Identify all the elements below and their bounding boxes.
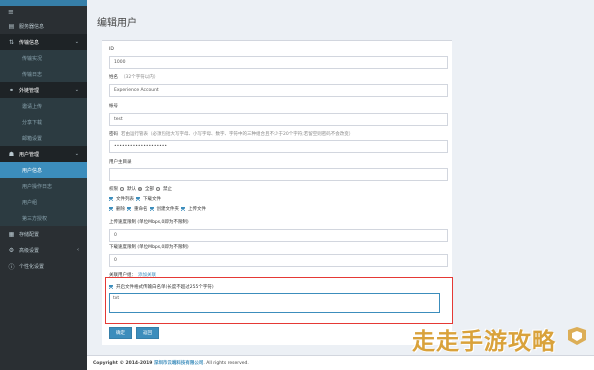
permission-label: 权限 [109, 187, 118, 192]
file-list-checkbox[interactable] [109, 197, 113, 201]
upload-label: 上传文件 [188, 207, 206, 212]
back-button[interactable]: 返回 [136, 327, 159, 339]
sidebar-item-4[interactable]: ⚭ 外链管理 ⌄ [0, 82, 87, 98]
download-checkbox[interactable] [136, 197, 140, 201]
perm-all-radio[interactable] [138, 187, 142, 191]
sidebar-item-label: 分享下载 [22, 119, 43, 126]
sidebar-item-10[interactable]: 用户操作日志 [0, 178, 87, 194]
page-title: 编辑用户 [97, 18, 137, 29]
footer-copyright: Copyright © 2014-2019 [93, 361, 153, 366]
home-dir-label: 用户主目录 [109, 160, 132, 165]
footer-company-link[interactable]: 深圳市云端科技有限公司 [154, 361, 204, 366]
upload-checkbox[interactable] [181, 207, 185, 211]
account-field[interactable]: test [109, 113, 448, 126]
main-content: 编辑用户 ID 1000 姓名 （32个字符以内） Experience Acco… [87, 0, 594, 370]
chevron-down-icon: ⌄ [74, 87, 79, 93]
sidebar-item-7[interactable]: 邮箱设置 [0, 130, 87, 146]
sidebar-item-label: 个性化设置 [19, 263, 45, 270]
id-label: ID [109, 47, 114, 52]
sidebar-item-11[interactable]: 用户组 [0, 194, 87, 210]
sidebar-item-label: 服务器信息 [19, 23, 45, 30]
footer: Copyright © 2014-2019 深圳市云端科技有限公司. All r… [87, 355, 594, 370]
permission-row: 权限 默认 全部 禁止 [109, 186, 172, 192]
sidebar-item-label: 高级设置 [19, 247, 40, 254]
delete-checkbox[interactable] [109, 207, 113, 211]
name-label: 姓名 （32个字符以内） [109, 74, 158, 80]
sidebar-item-0[interactable]: ▤ 服务器信息 [0, 18, 87, 34]
sidebar-item-14[interactable]: ⚙ 高级设置 ‹ [0, 242, 87, 258]
delete-label: 删除 [116, 207, 125, 212]
sidebar-item-label: 传输信息 [19, 39, 40, 46]
permission-checks-1: 文件列表 下载文件 [109, 196, 161, 202]
sidebar-item-5[interactable]: 邀请上传 [0, 98, 87, 114]
sidebar-item-6[interactable]: 分享下载 [0, 114, 87, 130]
sidebar-item-8[interactable]: ☗ 用户管理 ⌄ [0, 146, 87, 162]
sidebar-item-label: 传输日志 [22, 71, 43, 78]
users-icon: ☗ [8, 150, 15, 158]
sidebar-item-label: 传输实况 [22, 55, 43, 62]
sidebar-item-13[interactable]: ▦ 存储配置 [0, 226, 87, 242]
download-limit-field[interactable]: 0 [109, 254, 448, 267]
confirm-button[interactable]: 确定 [109, 327, 132, 339]
chevron-down-icon: ⌄ [74, 151, 79, 157]
password-label: 密码 若由运行管表（必须包括大写字母、小写字母、数字、字符中的三种组合且不少于20… [109, 131, 353, 137]
name-hint: （32个字符以内） [121, 75, 159, 80]
perm-deny-radio[interactable] [156, 187, 160, 191]
link-icon: ⚭ [8, 86, 15, 94]
permission-checks-2: 删除 重命名 创建文件夹 上传文件 [109, 206, 206, 212]
sidebar-item-label: 用户管理 [19, 151, 40, 158]
sidebar-nav: ▤ 服务器信息 ⇅ 传输信息 ⌄ 传输实况传输日志 ⚭ 外链管理 ⌄ 邀请上传分享下载邮箱设置 ☗ 用… [0, 18, 87, 274]
password-label-text: 密码 [109, 132, 118, 137]
server-icon: ▤ [8, 22, 15, 30]
download-label: 下载文件 [143, 197, 161, 202]
sidebar-item-label: 第三方授权 [22, 215, 48, 222]
rename-checkbox[interactable] [127, 207, 131, 211]
perm-default-radio[interactable] [120, 187, 124, 191]
password-field[interactable]: •••••••••••••••••••• [109, 140, 448, 153]
sidebar-item-12[interactable]: 第三方授权 [0, 210, 87, 226]
create-folder-checkbox[interactable] [149, 207, 154, 211]
gear-icon: ⚙ [8, 246, 15, 254]
highlight-box [105, 277, 453, 324]
name-label-text: 姓名 [109, 75, 118, 80]
create-folder-label: 创建文件夹 [156, 207, 180, 212]
watermark-logo-icon [568, 327, 586, 345]
account-label: 帐号 [109, 104, 118, 109]
chevron-down-icon: ⌄ [74, 39, 79, 45]
hamburger-icon[interactable]: ≡ [0, 6, 87, 18]
sidebar-item-2[interactable]: 传输实况 [0, 50, 87, 66]
sidebar: ≡ ▤ 服务器信息 ⇅ 传输信息 ⌄ 传输实况传输日志 ⚭ 外链管理 ⌄ 邀请上传分享下载邮箱设置… [0, 0, 87, 370]
sidebar-item-label: 邮箱设置 [22, 135, 43, 142]
sidebar-item-label: 邀请上传 [22, 103, 43, 110]
perm-deny-label: 禁止 [163, 187, 172, 192]
storage-icon: ▦ [8, 230, 15, 238]
download-limit-label: 下载速度限制 (单位Mbps,0即为不限制) [109, 245, 189, 250]
sidebar-item-1[interactable]: ⇅ 传输信息 ⌄ [0, 34, 87, 50]
upload-limit-field[interactable]: 0 [109, 229, 448, 242]
footer-suffix: . All rights reserved. [203, 361, 249, 366]
sidebar-item-label: 用户信息 [22, 167, 43, 174]
sidebar-item-label: 用户组 [22, 199, 38, 206]
sidebar-item-9[interactable]: 用户信息 [0, 162, 87, 178]
file-list-label: 文件列表 [116, 197, 134, 202]
upload-limit-label: 上传速度限制 (单位Mbps,0即为不限制) [109, 220, 189, 225]
name-field[interactable]: Experience Account [109, 84, 448, 97]
perm-all-label: 全部 [145, 187, 154, 192]
rename-label: 重命名 [134, 207, 148, 212]
sidebar-item-15[interactable]: ⓘ 个性化设置 [0, 258, 87, 274]
sidebar-item-label: 存储配置 [19, 231, 40, 238]
sidebar-item-label: 外链管理 [19, 87, 40, 94]
perm-default-label: 默认 [127, 187, 136, 192]
info-icon: ⓘ [8, 263, 15, 271]
sidebar-item-label: 用户操作日志 [22, 183, 53, 190]
watermark-text: 走走手游攻略 [412, 329, 556, 355]
sidebar-item-3[interactable]: 传输日志 [0, 66, 87, 82]
password-hint: 若由运行管表（必须包括大写字母、小写字母、数字、字符中的三种组合且不少于20个字… [121, 132, 354, 137]
id-field[interactable]: 1000 [109, 56, 448, 69]
chevron-left-icon: ‹ [77, 247, 79, 253]
transfer-icon: ⇅ [8, 38, 15, 46]
home-dir-field[interactable] [109, 168, 448, 181]
